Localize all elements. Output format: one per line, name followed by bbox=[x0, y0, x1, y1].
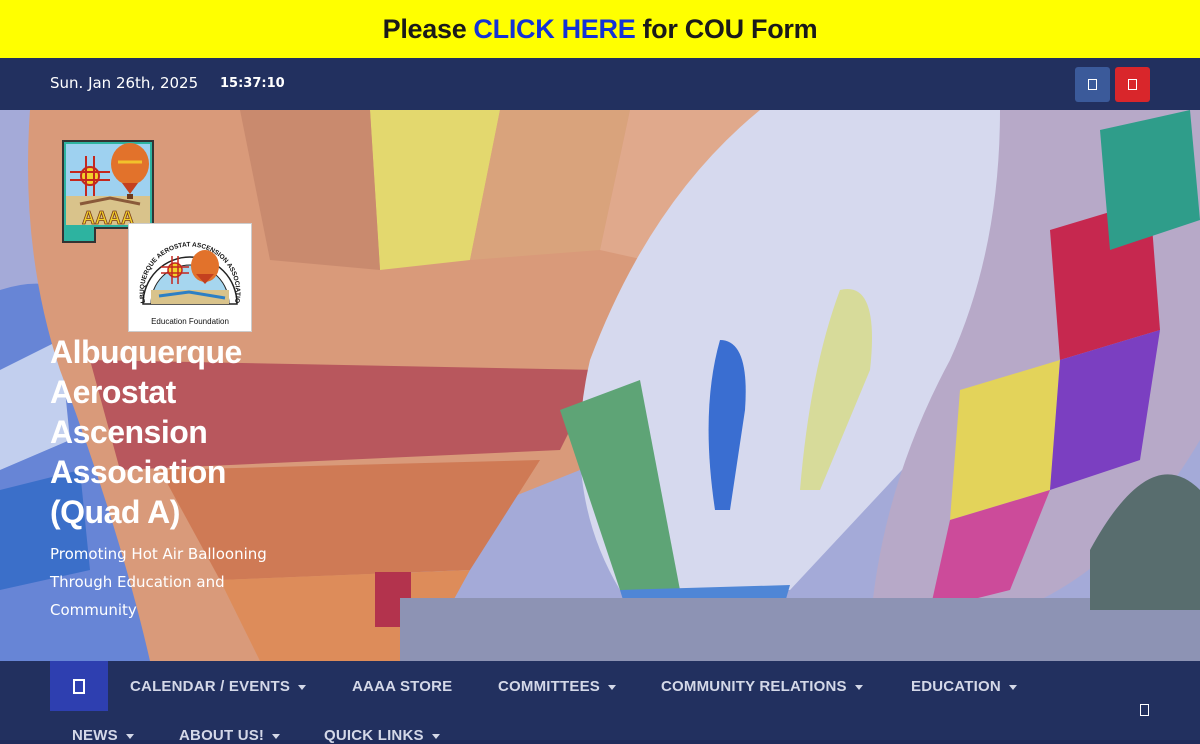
nav-item-label: COMMUNITY RELATIONS bbox=[661, 678, 847, 695]
top-info-bar: Sun. Jan 26th, 2025 15:37:10 bbox=[0, 58, 1200, 110]
announcement-suffix: for COU Form bbox=[642, 13, 818, 44]
nav-item-community-relations[interactable]: COMMUNITY RELATIONS bbox=[661, 678, 863, 695]
chevron-down-icon bbox=[1008, 684, 1017, 690]
chevron-down-icon bbox=[298, 684, 307, 690]
cou-form-link[interactable]: CLICK HERE bbox=[473, 14, 635, 45]
home-button[interactable] bbox=[50, 661, 108, 711]
nav-item-label: QUICK LINKS bbox=[324, 727, 424, 744]
nav-item-aaaa-store[interactable]: AAAA STORE bbox=[352, 678, 452, 695]
site-title[interactable]: Albuquerque Aerostat Ascension Associati… bbox=[50, 332, 310, 532]
search-icon[interactable] bbox=[1140, 704, 1149, 716]
nav-item-label: ABOUT US! bbox=[179, 727, 265, 744]
chevron-down-icon bbox=[608, 684, 616, 690]
nav-item-label: EDUCATION bbox=[911, 678, 1001, 695]
youtube-button[interactable] bbox=[1115, 67, 1150, 102]
current-date: Sun. Jan 26th, 2025 bbox=[50, 74, 199, 92]
nav-item-quick-links[interactable]: QUICK LINKS bbox=[324, 727, 440, 744]
education-foundation-logo[interactable]: ALBUQUERQUE AEROSTAT ASCENSION ASSOCIATI… bbox=[127, 219, 252, 332]
announcement-prefix: Please bbox=[382, 13, 467, 44]
nav-item-committees[interactable]: COMMITTEES bbox=[498, 678, 616, 695]
nav-item-label: COMMITTEES bbox=[498, 678, 600, 695]
logo-aaaa-text: AAAA bbox=[82, 208, 134, 228]
facebook-icon bbox=[1088, 79, 1097, 90]
site-tagline: Promoting Hot Air Ballooning Through Edu… bbox=[50, 545, 267, 619]
nav-item-label: AAAA STORE bbox=[352, 678, 453, 695]
seal-caption: Education Foundation bbox=[151, 317, 229, 326]
hero-banner: AAAA ALBUQUERQUE AEROSTAT ASCENSION ASSO… bbox=[0, 110, 1200, 661]
nav-item-label: CALENDAR / EVENTS bbox=[130, 678, 291, 695]
nav-item-about-us[interactable]: ABOUT US! bbox=[179, 727, 281, 744]
nav-item-education[interactable]: EDUCATION bbox=[911, 678, 1017, 695]
chevron-down-icon bbox=[854, 684, 863, 690]
chevron-down-icon bbox=[272, 733, 281, 739]
facebook-button[interactable] bbox=[1075, 67, 1110, 102]
home-icon bbox=[73, 678, 85, 694]
announcement-bar: Please CLICK HERE for COU Form bbox=[0, 0, 1200, 58]
nav-item-news[interactable]: NEWS bbox=[72, 727, 134, 744]
nav-item-calendar-events[interactable]: CALENDAR / EVENTS bbox=[130, 678, 307, 695]
main-navigation: CALENDAR / EVENTS AAAA STORE COMMITTEES … bbox=[0, 661, 1200, 744]
nav-item-label: NEWS bbox=[72, 727, 118, 744]
chevron-down-icon bbox=[431, 733, 440, 739]
youtube-icon bbox=[1128, 79, 1137, 90]
current-time: 15:37:10 bbox=[220, 76, 285, 91]
chevron-down-icon bbox=[125, 733, 134, 739]
